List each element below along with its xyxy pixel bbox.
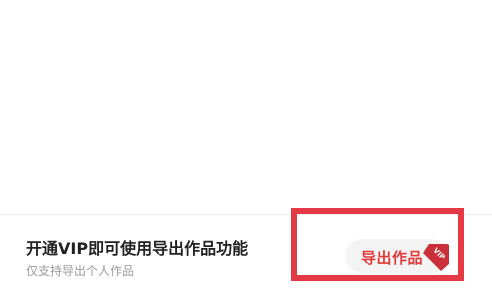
vip-badge-icon: VIP [423, 244, 449, 271]
export-works-label: 导出作品 [361, 249, 424, 267]
content-area [0, 0, 492, 214]
vip-promo-subtitle: 仅支持导出个人作品 [26, 264, 135, 278]
export-works-button[interactable]: 导出作品 VIP [345, 239, 449, 273]
vip-promo-title: 开通VIP即可使用导出作品功能 [26, 239, 249, 258]
screen: 开通VIP即可使用导出作品功能 仅支持导出个人作品 导出作品 VIP [0, 0, 492, 292]
